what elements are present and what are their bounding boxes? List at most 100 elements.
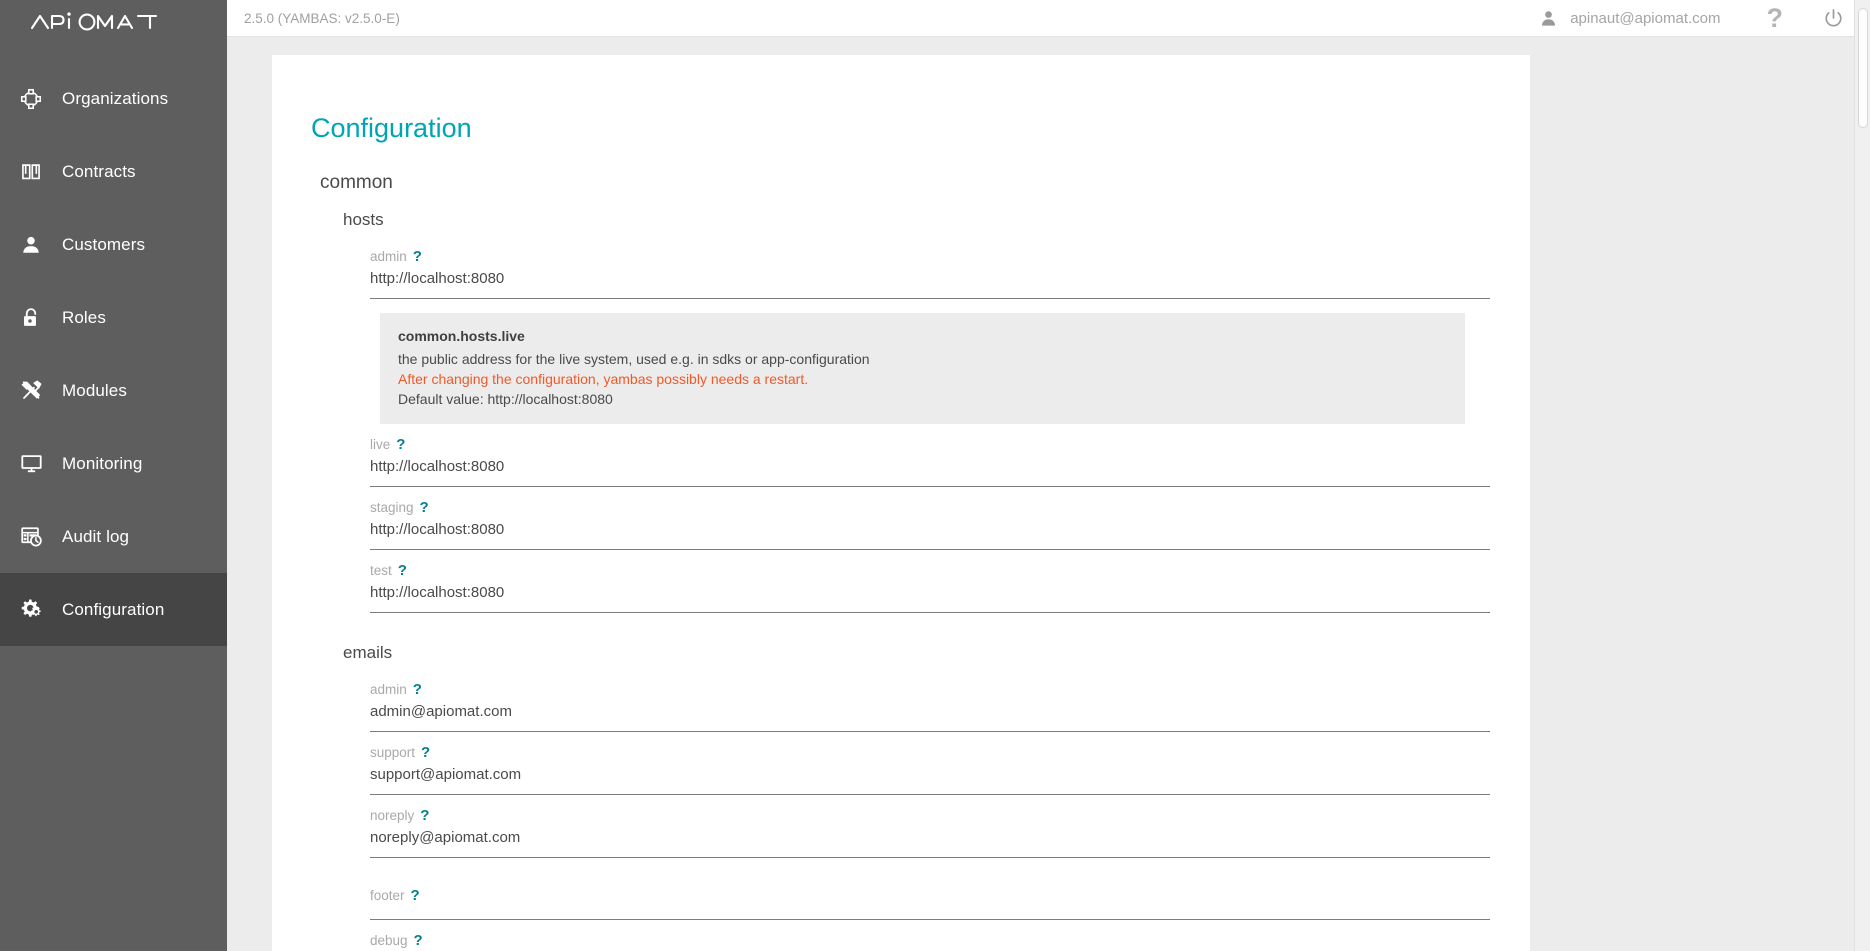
tooltip-title: common.hosts.live: [398, 328, 525, 344]
field-value[interactable]: [370, 903, 1490, 909]
field-header: admin ?: [370, 249, 1490, 264]
sidebar-item-label: Organizations: [62, 88, 169, 108]
sidebar-nav: Organizations Contracts Customers Roles …: [0, 62, 227, 646]
application-root: Organizations Contracts Customers Roles …: [0, 0, 1870, 951]
field-value[interactable]: admin@apiomat.com: [370, 697, 1490, 721]
field-help-icon[interactable]: ?: [413, 682, 422, 697]
topbar: 2.5.0 (YAMBAS: v2.5.0-E) apinaut@apiomat…: [227, 0, 1870, 37]
field-help-icon[interactable]: ?: [420, 500, 429, 515]
main-region: 2.5.0 (YAMBAS: v2.5.0-E) apinaut@apiomat…: [227, 0, 1870, 951]
sidebar-item-audit-log[interactable]: Audit log: [0, 500, 227, 573]
field-header: support ?: [370, 745, 1490, 760]
user-avatar-icon[interactable]: [1539, 9, 1558, 28]
field-header: test ?: [370, 563, 1490, 578]
field-help-tooltip: common.hosts.live the public address for…: [380, 313, 1465, 424]
config-section-emails: emails admin ? admin@apiomat.com support…: [320, 643, 1530, 951]
field-emails-debug: debug ?: [370, 920, 1490, 951]
page-title: Configuration: [311, 113, 472, 143]
field-header: live ?: [370, 437, 1490, 452]
config-group-common: common hosts admin ? http://localhost:80…: [272, 172, 1530, 951]
sidebar-item-label: Customers: [62, 234, 146, 254]
field-label: staging: [370, 500, 414, 515]
field-header: admin ?: [370, 682, 1490, 697]
organizations-icon: [0, 88, 62, 110]
tooltip-warning: After changing the configuration, yambas…: [398, 371, 809, 387]
power-logout-icon[interactable]: [1823, 8, 1844, 29]
field-help-icon[interactable]: ?: [396, 437, 405, 452]
sidebar-item-configuration[interactable]: Configuration: [0, 573, 227, 646]
field-value[interactable]: http://localhost:8080: [370, 515, 1490, 539]
field-header: staging ?: [370, 500, 1490, 515]
modules-tools-icon: [0, 379, 62, 402]
page-scrollbar-thumb[interactable]: [1858, 8, 1868, 128]
sidebar-item-organizations[interactable]: Organizations: [0, 62, 227, 135]
field-label: noreply: [370, 808, 415, 823]
field-underline: [370, 298, 1490, 299]
roles-lock-icon: [0, 307, 62, 329]
field-value[interactable]: support@apiomat.com: [370, 760, 1490, 784]
customers-person-icon: [0, 234, 62, 256]
sidebar-item-label: Roles: [62, 307, 106, 327]
contracts-book-icon: [0, 161, 62, 183]
field-value[interactable]: noreply@apiomat.com: [370, 823, 1490, 847]
field-emails-admin: admin ? admin@apiomat.com: [370, 669, 1490, 732]
sidebar-item-label: Contracts: [62, 161, 136, 181]
field-header: debug ?: [370, 933, 1490, 948]
page-scrollbar[interactable]: [1854, 0, 1870, 951]
sidebar-item-customers[interactable]: Customers: [0, 208, 227, 281]
field-hosts-live: live ? http://localhost:8080: [370, 424, 1490, 487]
field-help-icon[interactable]: ?: [398, 563, 407, 578]
field-hosts-staging: staging ? http://localhost:8080: [370, 487, 1490, 550]
field-label: live: [370, 437, 391, 452]
content-scroll-area[interactable]: Configuration common hosts admin ? http:…: [227, 37, 1870, 951]
field-list-hosts: admin ? http://localhost:8080 common.hos…: [343, 236, 1530, 613]
field-emails-noreply: noreply ? noreply@apiomat.com: [370, 795, 1490, 858]
field-hosts-admin: admin ? http://localhost:8080: [370, 236, 1490, 299]
sidebar-item-roles[interactable]: Roles: [0, 281, 227, 354]
topbar-actions: apinaut@apiomat.com ?: [1539, 4, 1870, 32]
field-label: test: [370, 563, 392, 578]
field-help-icon[interactable]: ?: [420, 808, 429, 823]
field-header: footer ?: [370, 888, 1490, 903]
config-section-hosts: hosts admin ? http://localhost:8080 comm…: [320, 210, 1530, 613]
field-value[interactable]: http://localhost:8080: [370, 264, 1490, 288]
field-label: admin: [370, 249, 407, 264]
field-help-icon[interactable]: ?: [413, 249, 422, 264]
sidebar-item-label: Audit log: [62, 526, 130, 546]
configuration-gears-icon: [0, 598, 62, 621]
tooltip-description: the public address for the live system, …: [398, 351, 870, 367]
field-value[interactable]: http://localhost:8080: [370, 452, 1490, 476]
field-list-emails: admin ? admin@apiomat.com support ? supp…: [343, 669, 1530, 951]
configuration-card: Configuration common hosts admin ? http:…: [272, 55, 1530, 951]
field-help-icon[interactable]: ?: [414, 933, 423, 948]
field-emails-footer: footer ?: [370, 858, 1490, 920]
section-title-emails: emails: [343, 643, 393, 662]
field-header: noreply ?: [370, 808, 1490, 823]
field-label: footer: [370, 888, 405, 903]
sidebar-item-contracts[interactable]: Contracts: [0, 135, 227, 208]
field-help-icon[interactable]: ?: [421, 745, 430, 760]
audit-log-icon: [0, 525, 62, 548]
sidebar-item-label: Configuration: [62, 599, 165, 619]
field-label: admin: [370, 682, 407, 697]
tooltip-default-value: Default value: http://localhost:8080: [398, 391, 613, 407]
group-title-common: common: [320, 172, 393, 193]
sidebar-item-label: Monitoring: [62, 453, 143, 473]
field-label: support: [370, 745, 416, 760]
sidebar-item-label: Modules: [62, 380, 127, 400]
field-emails-support: support ? support@apiomat.com: [370, 732, 1490, 795]
sidebar-item-modules[interactable]: Modules: [0, 354, 227, 427]
monitoring-monitor-icon: [0, 452, 62, 475]
help-icon[interactable]: ?: [1767, 4, 1784, 32]
sidebar-item-monitoring[interactable]: Monitoring: [0, 427, 227, 500]
field-value[interactable]: http://localhost:8080: [370, 578, 1490, 602]
user-email-label: apinaut@apiomat.com: [1570, 9, 1721, 27]
version-label: 2.5.0 (YAMBAS: v2.5.0-E): [244, 10, 400, 26]
field-help-icon[interactable]: ?: [411, 888, 420, 903]
sidebar: Organizations Contracts Customers Roles …: [0, 0, 227, 951]
field-label: debug: [370, 933, 408, 948]
brand-logo[interactable]: [0, 0, 227, 44]
section-title-hosts: hosts: [343, 210, 384, 229]
field-hosts-test: test ? http://localhost:8080: [370, 550, 1490, 613]
